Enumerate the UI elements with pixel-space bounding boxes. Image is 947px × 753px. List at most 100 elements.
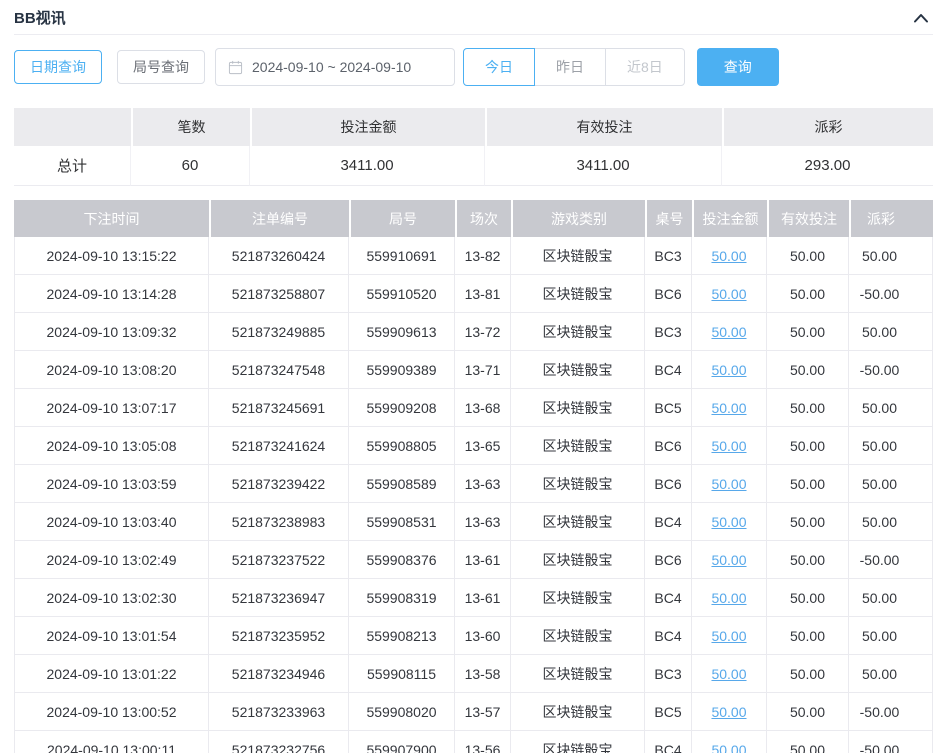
cell-session: 13-63: [455, 503, 511, 541]
summary-header-payout: 派彩: [722, 108, 933, 146]
cell-bet-time: 2024-09-10 13:05:08: [14, 427, 209, 465]
bet-amount-link[interactable]: 50.00: [711, 590, 746, 606]
bet-amount-link[interactable]: 50.00: [711, 286, 746, 302]
cell-valid-bet: 50.00: [767, 579, 849, 617]
bet-amount-link[interactable]: 50.00: [711, 704, 746, 720]
cell-round-no: 559908213: [349, 617, 455, 655]
cell-game-type: 区块链骰宝: [511, 275, 645, 313]
cell-payout: -50.00: [849, 351, 933, 389]
cell-session: 13-81: [455, 275, 511, 313]
cell-valid-bet: 50.00: [767, 503, 849, 541]
summary-table: 笔数 投注金额 有效投注 派彩 总计 60 3411.00 3411.00 29…: [14, 108, 933, 186]
cell-bet-amount: 50.00: [692, 237, 767, 275]
cell-valid-bet: 50.00: [767, 693, 849, 731]
bet-amount-link[interactable]: 50.00: [711, 438, 746, 454]
cell-table-no: BC3: [645, 237, 692, 275]
cell-bet-time: 2024-09-10 13:01:54: [14, 617, 209, 655]
calendar-icon: [228, 60, 243, 75]
cell-table-no: BC4: [645, 617, 692, 655]
cell-bet-time: 2024-09-10 13:01:22: [14, 655, 209, 693]
cell-order-no: 521873238983: [209, 503, 349, 541]
table-row: 2024-09-10 13:03:40521873238983559908531…: [14, 503, 933, 541]
cell-order-no: 521873239422: [209, 465, 349, 503]
col-header-session: 场次: [455, 200, 511, 237]
cell-order-no: 521873249885: [209, 313, 349, 351]
cell-round-no: 559909389: [349, 351, 455, 389]
table-row: 2024-09-10 13:00:11521873232756559907900…: [14, 731, 933, 753]
last-8-days-button[interactable]: 近8日: [605, 48, 685, 86]
cell-session: 13-72: [455, 313, 511, 351]
table-row: 2024-09-10 13:09:32521873249885559909613…: [14, 313, 933, 351]
bet-amount-link[interactable]: 50.00: [711, 514, 746, 530]
cell-bet-amount: 50.00: [692, 427, 767, 465]
date-range-value: 2024-09-10 ~ 2024-09-10: [252, 59, 411, 75]
cell-bet-amount: 50.00: [692, 351, 767, 389]
cell-payout: -50.00: [849, 275, 933, 313]
search-button[interactable]: 查询: [697, 48, 779, 86]
table-row: 2024-09-10 13:15:22521873260424559910691…: [14, 237, 933, 275]
cell-table-no: BC6: [645, 427, 692, 465]
cell-bet-amount: 50.00: [692, 313, 767, 351]
cell-session: 13-61: [455, 579, 511, 617]
yesterday-button[interactable]: 昨日: [534, 48, 606, 86]
date-query-button[interactable]: 日期查询: [14, 50, 102, 84]
cell-valid-bet: 50.00: [767, 351, 849, 389]
bet-amount-link[interactable]: 50.00: [711, 476, 746, 492]
cell-round-no: 559909613: [349, 313, 455, 351]
cell-payout: 50.00: [849, 579, 933, 617]
col-header-order-no: 注单编号: [209, 200, 349, 237]
cell-payout: 50.00: [849, 237, 933, 275]
cell-bet-time: 2024-09-10 13:07:17: [14, 389, 209, 427]
col-header-payout: 派彩: [849, 200, 933, 237]
cell-round-no: 559909208: [349, 389, 455, 427]
cell-payout: -50.00: [849, 541, 933, 579]
panel-title: BB视讯: [14, 7, 66, 28]
cell-payout: 50.00: [849, 313, 933, 351]
cell-table-no: BC4: [645, 351, 692, 389]
round-query-button[interactable]: 局号查询: [117, 50, 205, 84]
cell-session: 13-65: [455, 427, 511, 465]
cell-game-type: 区块链骰宝: [511, 655, 645, 693]
col-header-valid-bet: 有效投注: [767, 200, 849, 237]
date-range-input[interactable]: 2024-09-10 ~ 2024-09-10: [215, 48, 455, 86]
cell-order-no: 521873245691: [209, 389, 349, 427]
cell-bet-amount: 50.00: [692, 389, 767, 427]
bet-amount-link[interactable]: 50.00: [711, 362, 746, 378]
cell-valid-bet: 50.00: [767, 389, 849, 427]
bet-amount-link[interactable]: 50.00: [711, 666, 746, 682]
bet-amount-link[interactable]: 50.00: [711, 628, 746, 644]
cell-payout: 50.00: [849, 655, 933, 693]
summary-bet-amount-value: 3411.00: [250, 146, 485, 186]
col-header-game-type: 游戏类别: [511, 200, 645, 237]
cell-game-type: 区块链骰宝: [511, 351, 645, 389]
bet-amount-link[interactable]: 50.00: [711, 400, 746, 416]
bet-amount-link[interactable]: 50.00: [711, 552, 746, 568]
cell-round-no: 559908805: [349, 427, 455, 465]
bet-amount-link[interactable]: 50.00: [711, 324, 746, 340]
cell-valid-bet: 50.00: [767, 541, 849, 579]
cell-valid-bet: 50.00: [767, 655, 849, 693]
today-button[interactable]: 今日: [463, 48, 535, 86]
quick-range-group: 今日 昨日 近8日: [463, 48, 685, 86]
cell-game-type: 区块链骰宝: [511, 389, 645, 427]
chevron-up-icon[interactable]: [911, 10, 931, 26]
cell-payout: -50.00: [849, 731, 933, 753]
cell-table-no: BC6: [645, 275, 692, 313]
cell-valid-bet: 50.00: [767, 313, 849, 351]
cell-round-no: 559907900: [349, 731, 455, 753]
bet-amount-link[interactable]: 50.00: [711, 742, 746, 753]
cell-order-no: 521873232756: [209, 731, 349, 753]
summary-header-row: 笔数 投注金额 有效投注 派彩: [14, 108, 933, 146]
col-header-bet-amount: 投注金额: [692, 200, 767, 237]
cell-round-no: 559908115: [349, 655, 455, 693]
cell-session: 13-71: [455, 351, 511, 389]
cell-bet-time: 2024-09-10 13:02:49: [14, 541, 209, 579]
cell-table-no: BC5: [645, 693, 692, 731]
bet-amount-link[interactable]: 50.00: [711, 248, 746, 264]
cell-bet-time: 2024-09-10 13:03:59: [14, 465, 209, 503]
cell-order-no: 521873260424: [209, 237, 349, 275]
cell-bet-time: 2024-09-10 13:00:11: [14, 731, 209, 753]
cell-order-no: 521873233963: [209, 693, 349, 731]
table-row: 2024-09-10 13:01:22521873234946559908115…: [14, 655, 933, 693]
cell-order-no: 521873258807: [209, 275, 349, 313]
